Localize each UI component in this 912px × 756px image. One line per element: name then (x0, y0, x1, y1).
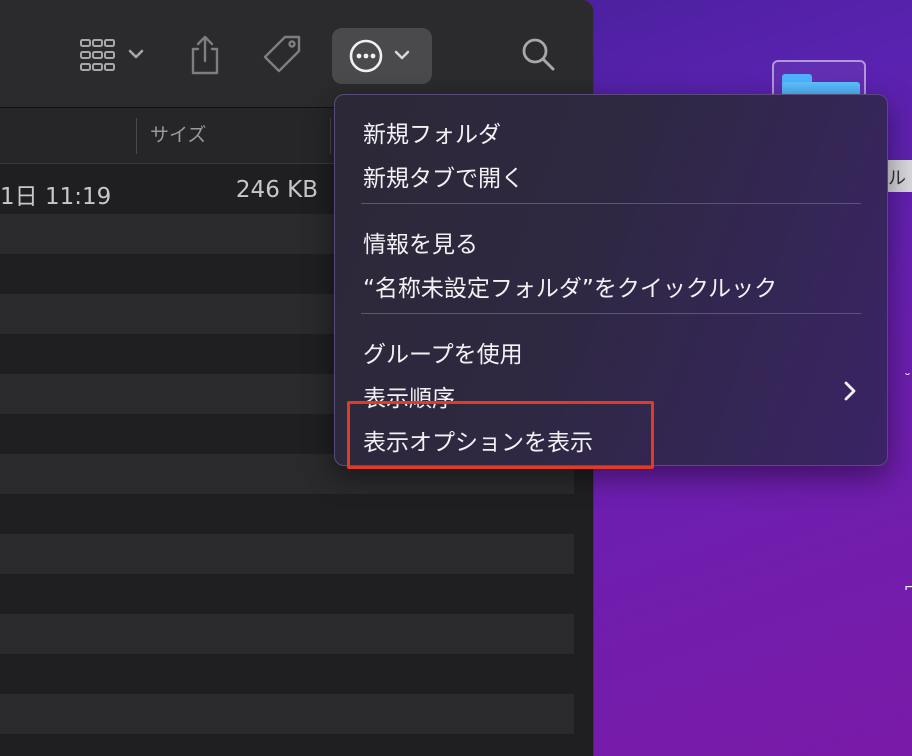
table-row (0, 654, 574, 694)
share-button[interactable] (182, 30, 228, 80)
menu-item-get-info[interactable]: 情報を見る (363, 225, 478, 259)
menu-item-quick-look[interactable]: “名称未設定フォルダ”をクイックルック (363, 269, 777, 303)
table-row (0, 734, 574, 756)
desktop-folder-label[interactable]: ル (884, 160, 912, 192)
table-row (0, 574, 574, 614)
ellipsis-circle-icon (342, 36, 422, 76)
view-options-button[interactable] (70, 32, 150, 78)
menu-item-open-in-new-tab[interactable]: 新規タブで開く (363, 159, 524, 193)
menu-item-new-folder[interactable]: 新規フォルダ (363, 115, 501, 149)
tag-button[interactable] (260, 30, 306, 80)
search-button[interactable] (514, 30, 564, 80)
grid-view-icon (75, 35, 145, 75)
row-size: 246 KB (235, 177, 318, 203)
search-icon (519, 35, 559, 75)
desktop-mark: ⌐ (904, 580, 912, 596)
menu-item-use-groups[interactable]: グループを使用 (363, 335, 523, 369)
menu-separator (361, 203, 861, 204)
menu-separator (361, 313, 861, 314)
desktop-blurred-label (738, 8, 850, 34)
more-actions-button[interactable] (332, 28, 432, 84)
row-date: 1日 11:19 (0, 184, 112, 210)
table-row (0, 614, 574, 654)
table-row (0, 694, 574, 734)
table-row (0, 494, 574, 534)
desktop-mark: ˘ (904, 372, 911, 388)
column-divider[interactable] (136, 118, 137, 154)
highlight-annotation-box (347, 401, 654, 469)
column-divider[interactable] (330, 118, 331, 154)
chevron-right-icon (841, 379, 859, 407)
table-row (0, 534, 574, 574)
finder-toolbar (0, 0, 593, 108)
size-column-header[interactable]: サイズ (150, 120, 206, 147)
tag-icon (261, 33, 305, 77)
share-icon (187, 33, 223, 77)
